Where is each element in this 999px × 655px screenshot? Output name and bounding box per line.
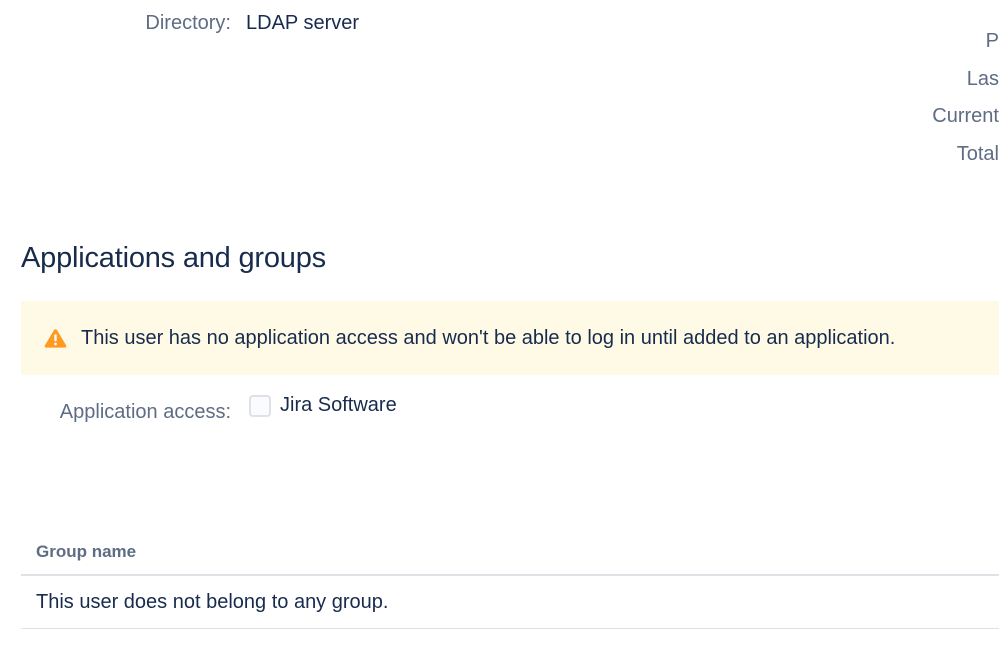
- warning-message: This user has no application access and …: [81, 327, 896, 349]
- user-summary-labels: P Las Current Total: [799, 28, 999, 178]
- directory-value: LDAP server: [246, 12, 360, 34]
- warning-triangle-icon: [44, 328, 67, 348]
- summary-label: Current: [932, 105, 999, 127]
- no-groups-message: This user does not belong to any group.: [36, 591, 389, 613]
- group-name-column-header: Group name: [36, 542, 137, 561]
- application-access-label: Application access:: [59, 401, 231, 423]
- groups-table-header: Group name: [21, 530, 999, 576]
- jira-software-checkbox[interactable]: [249, 395, 271, 417]
- summary-label: Las: [966, 67, 999, 90]
- summary-label: Total: [956, 142, 999, 165]
- summary-label: P: [985, 30, 999, 52]
- applications-and-groups-heading: Applications and groups: [21, 242, 326, 274]
- table-row: This user does not belong to any group.: [21, 576, 999, 629]
- no-access-warning-banner: This user has no application access and …: [21, 301, 999, 375]
- groups-table: Group name This user does not belong to …: [21, 530, 999, 629]
- directory-label: Directory:: [145, 12, 231, 34]
- jira-software-label[interactable]: Jira Software: [280, 394, 397, 417]
- user-details-page: Directory: LDAP server P Las Current Tot…: [0, 0, 999, 655]
